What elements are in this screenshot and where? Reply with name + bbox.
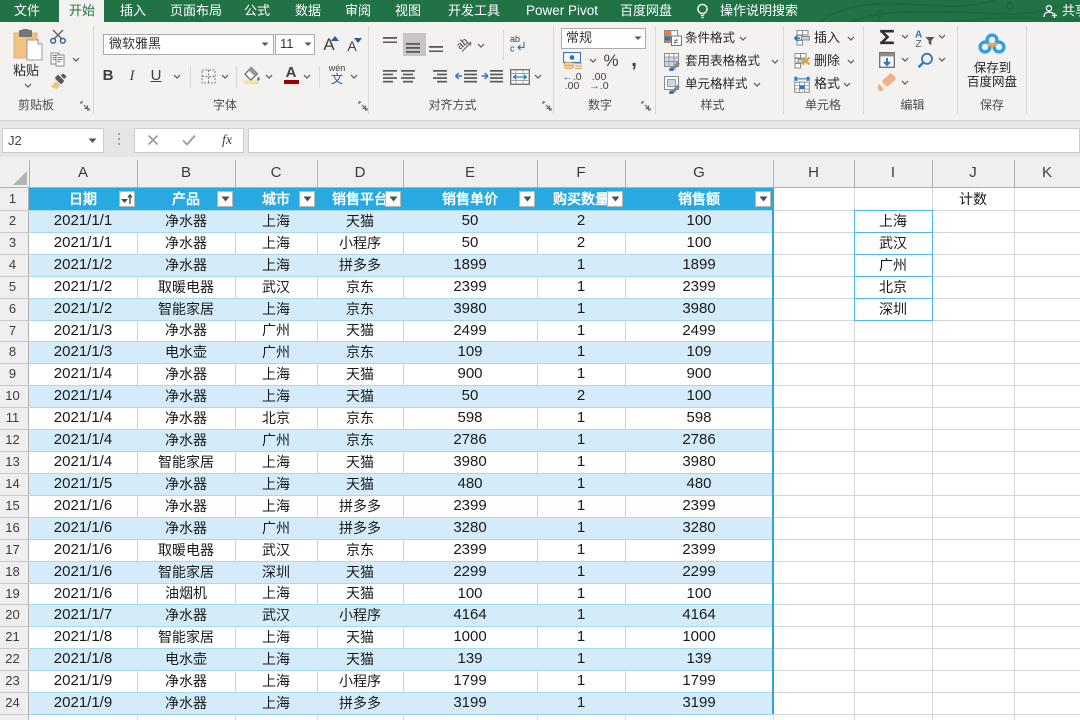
svg-text:c: c [510,44,515,54]
svg-text:≠: ≠ [674,36,679,46]
svg-text:ab: ab [510,34,520,44]
svg-text:Z: Z [916,39,922,47]
